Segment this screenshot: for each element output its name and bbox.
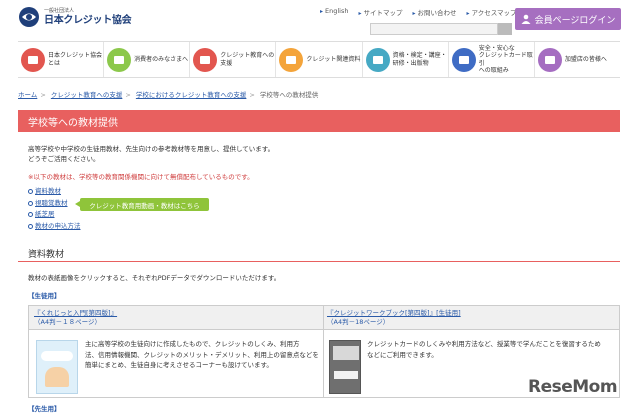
search-button[interactable] bbox=[498, 23, 512, 35]
nav-label: 加盟店の皆様へ bbox=[564, 55, 607, 63]
material-cover-image[interactable] bbox=[36, 340, 78, 394]
intro-line: 高等学校や中学校の生徒用教材、先生向けの参考教材等を用意し、提供しています。 bbox=[28, 145, 275, 153]
bullet-icon bbox=[28, 212, 33, 218]
nav-label: 日本クレジット協会 とは bbox=[48, 52, 103, 67]
toc-label: 紙芝居 bbox=[35, 210, 55, 219]
material-description: 主に高等学校の生徒向けに作成したもので、クレジットのしくみ、利用方 法、信用情報… bbox=[85, 339, 319, 371]
nav-item-merchants[interactable]: 加盟店の皆様へ bbox=[535, 42, 620, 77]
nav-item-qualifications[interactable]: 資格・検定・講座・ 研修・出版物 bbox=[363, 42, 449, 77]
global-nav: 日本クレジット協会 とは 消費者のみなさまへ クレジット教育への 支援 クレジッ… bbox=[18, 41, 620, 78]
store-icon bbox=[537, 47, 562, 72]
site-header: 一般社団法人 日本クレジット協会 English サイトマップ お問い合わせ ア… bbox=[0, 0, 640, 40]
material-title-link[interactable]: 『クレジットワークブック[第四版]』[生徒用] bbox=[327, 309, 461, 318]
bullet-icon bbox=[28, 200, 33, 206]
nav-label: 安全・安心な クレジットカード取引 への取組み bbox=[478, 44, 533, 75]
document-icon bbox=[279, 47, 304, 72]
nav-label: クレジット関連資料 bbox=[306, 55, 361, 63]
link-english[interactable]: English bbox=[320, 7, 348, 17]
site-logo[interactable]: 一般社団法人 日本クレジット協会 bbox=[18, 6, 132, 28]
link-contact[interactable]: お問い合わせ bbox=[413, 7, 457, 17]
nav-label: クレジット教育への 支援 bbox=[220, 52, 275, 67]
shield-icon bbox=[451, 47, 476, 72]
description-line: 法、信用情報機関、クレジットのメリット・デメリット、利用上の留意点などを bbox=[85, 350, 319, 359]
logo-subtitle: 一般社団法人 bbox=[44, 7, 75, 14]
nav-item-about[interactable]: 日本クレジット協会 とは bbox=[18, 42, 105, 77]
column-divider bbox=[323, 306, 324, 397]
toc-label: 教材の申込方法 bbox=[35, 221, 81, 230]
description-line: 簡単にまとめ、生徒自身に考えさせるコーナーも設けています。 bbox=[85, 361, 273, 370]
toc-item-kamishibai[interactable]: 紙芝居 bbox=[28, 209, 81, 221]
distribution-note: ※以下の教材は、学校等の教育関係機関に向けて無償配布しているものです。 bbox=[28, 173, 254, 181]
table-of-contents: 資料教材 視聴覚教材 紙芝居 教材の申込方法 bbox=[28, 186, 81, 232]
building-icon bbox=[21, 47, 45, 72]
section-divider bbox=[18, 261, 620, 262]
user-icon bbox=[521, 14, 531, 24]
nav-item-consumers[interactable]: 消費者のみなさまへ bbox=[104, 42, 191, 77]
section-description: 教材の表紙画像をクリックすると、それぞれPDFデータでダウンロードいただけます。 bbox=[28, 274, 281, 282]
material-spec: （A4判－１８ページ） bbox=[34, 318, 101, 327]
toc-item-audiovisual[interactable]: 視聴覚教材 bbox=[28, 198, 81, 210]
description-line: などにご利用できます。 bbox=[367, 350, 438, 359]
nav-label: 消費者のみなさまへ bbox=[134, 55, 189, 63]
toc-item-application[interactable]: 教材の申込方法 bbox=[28, 221, 81, 233]
breadcrumb: ホーム > クレジット教育への支援 > 学校におけるクレジット教育への支援 > 学校等… bbox=[18, 91, 319, 99]
video-materials-button[interactable]: クレジット教育用動画・教材はこちら bbox=[75, 198, 209, 211]
nav-item-education[interactable]: クレジット教育への 支援 bbox=[190, 42, 277, 77]
breadcrumb-education[interactable]: クレジット教育への支援 bbox=[51, 91, 123, 99]
logo-title: 日本クレジット協会 bbox=[44, 14, 132, 26]
toc-label: 資料教材 bbox=[35, 187, 61, 195]
utility-links: English サイトマップ お問い合わせ アクセスマップ bbox=[320, 7, 517, 17]
nav-label: 資格・検定・講座・ 研修・出版物 bbox=[392, 52, 447, 67]
intro-line: どうぞご活用ください。 bbox=[28, 155, 100, 164]
logo-icon bbox=[18, 6, 40, 28]
page-title: 学校等への教材提供 bbox=[18, 110, 620, 132]
material-title-link[interactable]: 『くれじっと入門[第四版]』 bbox=[34, 309, 117, 318]
breadcrumb-current: 学校等への教材提供 bbox=[259, 91, 319, 99]
section-title: 資料教材 bbox=[28, 250, 65, 260]
material-description: クレジットカードのしくみや利用方法など、授業等で学んだことを復習するため などに… bbox=[367, 339, 601, 360]
material-header: 『くれじっと入門[第四版]』 （A4判－１８ページ） bbox=[34, 309, 117, 328]
nav-item-documents[interactable]: クレジット関連資料 bbox=[276, 42, 363, 77]
material-cover-image[interactable] bbox=[329, 340, 361, 394]
consumer-icon bbox=[107, 47, 132, 72]
education-icon bbox=[193, 47, 218, 72]
material-spec: （A4判－18ページ） bbox=[327, 318, 390, 327]
category-students: 【生徒用】 bbox=[28, 292, 61, 300]
breadcrumb-home[interactable]: ホーム bbox=[18, 91, 37, 99]
link-access-map[interactable]: アクセスマップ bbox=[467, 7, 517, 17]
material-header: 『クレジットワークブック[第四版]』[生徒用] （A4判－18ページ） bbox=[327, 309, 461, 328]
description-line: クレジットカードのしくみや利用方法など、授業等で学んだことを復習するため bbox=[367, 340, 601, 348]
book-icon bbox=[365, 47, 390, 72]
description-line: 主に高等学校の生徒向けに作成したもので、クレジットのしくみ、利用方 bbox=[85, 340, 300, 348]
intro-text: 高等学校や中学校の生徒用教材、先生向けの参考教材等を用意し、提供しています。 ど… bbox=[28, 144, 274, 165]
toc-label: 視聴覚教材 bbox=[35, 198, 68, 207]
bullet-icon bbox=[28, 189, 33, 195]
member-login-button[interactable]: 会員ページログイン bbox=[515, 8, 621, 30]
toc-item-materials[interactable]: 資料教材 bbox=[28, 186, 81, 198]
breadcrumb-school-education[interactable]: 学校におけるクレジット教育への支援 bbox=[136, 91, 247, 99]
nav-item-security[interactable]: 安全・安心な クレジットカード取引 への取組み bbox=[449, 42, 535, 77]
category-teachers: 【先生用】 bbox=[28, 405, 61, 413]
member-login-label: 会員ページログイン bbox=[534, 15, 616, 26]
search-input[interactable] bbox=[370, 23, 498, 35]
watermark-logo: ReseMom bbox=[528, 377, 618, 397]
link-sitemap[interactable]: サイトマップ bbox=[359, 7, 403, 17]
bullet-icon bbox=[28, 223, 33, 229]
table-header bbox=[29, 306, 619, 330]
